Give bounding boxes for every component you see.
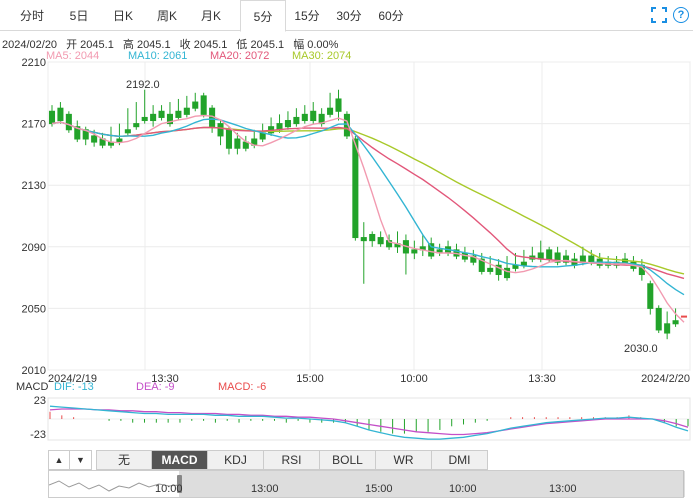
candle-body <box>504 267 511 279</box>
time-tick-label: 13:30 <box>528 373 556 385</box>
ma10-line <box>51 118 685 296</box>
candle-body <box>200 95 207 115</box>
navigator-label: 10:00 <box>449 483 477 495</box>
candle-body <box>192 101 199 109</box>
kline-chart-widget: 分时 5日 日K 周K 月K 5分 15分 30分 60分 ? 2024/02/… <box>0 0 693 498</box>
candle-body <box>65 113 72 131</box>
candle-body <box>116 138 123 143</box>
candle-body <box>664 323 671 334</box>
navigator-label: 10:00 <box>155 483 183 495</box>
candle-body <box>124 129 131 134</box>
macd-name: MACD <box>16 381 49 393</box>
macd-dif: DIF: -13 <box>54 381 94 393</box>
navigator-label: 13:00 <box>549 483 577 495</box>
navigator-label: 15:00 <box>365 483 393 495</box>
indicator-tab-dmi[interactable]: DMI <box>432 450 488 470</box>
candle-body <box>175 110 182 118</box>
candle-body <box>301 113 308 122</box>
candle-body <box>588 255 595 263</box>
price-tick-label: 2050 <box>22 303 46 315</box>
candle-body <box>369 233 376 242</box>
scroll-down-button[interactable]: ▼ <box>70 450 92 470</box>
ma20-line <box>51 121 685 280</box>
candle-body <box>225 129 232 149</box>
candle-body <box>655 307 662 331</box>
candle-body <box>310 110 317 122</box>
candle-body <box>293 116 300 125</box>
time-tick-label: 15:00 <box>296 373 324 385</box>
candle-body <box>183 107 190 115</box>
candle-body <box>48 110 56 125</box>
candle-body <box>546 249 553 260</box>
navigator-label: 13:00 <box>251 483 279 495</box>
range-navigator[interactable]: 10:00 13:00 15:00 10:00 13:00 <box>48 470 685 498</box>
indicator-tab-rsi[interactable]: RSI <box>264 450 320 470</box>
indicator-bar: ▲ ▼ 无 MACD KDJ RSI BOLL WR DMI <box>48 450 488 470</box>
time-tick-label: 10:00 <box>400 373 428 385</box>
time-tick-label: 2024/2/20 <box>641 373 690 385</box>
macd-dea: DEA: -9 <box>136 381 175 393</box>
candle-body <box>234 138 241 149</box>
candlestick-chart[interactable]: 2210217021302090205020102024/2/19 13:30 15… <box>0 0 693 450</box>
candle-body <box>680 315 688 318</box>
candle-body <box>91 135 98 143</box>
price-tick-label: 2090 <box>22 242 46 254</box>
candle-body <box>327 107 334 115</box>
candle-body <box>335 98 342 112</box>
candle-body <box>352 138 359 239</box>
indicator-tab-boll[interactable]: BOLL <box>320 450 376 470</box>
price-tick-label: 2210 <box>22 57 46 69</box>
macd-tick-label: 23 <box>34 395 46 407</box>
price-tick-label: 2130 <box>22 180 46 192</box>
candle-body <box>57 107 64 122</box>
indicator-tab-wr[interactable]: WR <box>376 450 432 470</box>
candle-body <box>377 237 384 245</box>
candle-body <box>672 320 679 325</box>
indicator-tab-macd[interactable]: MACD <box>152 450 208 470</box>
macd-value: MACD: -6 <box>218 381 267 393</box>
ma5-line <box>51 114 685 323</box>
price-tick-label: 2010 <box>22 365 46 377</box>
scroll-up-button[interactable]: ▲ <box>48 450 70 470</box>
candle-body <box>487 267 494 272</box>
indicator-tab-kdj[interactable]: KDJ <box>208 450 264 470</box>
candle-body <box>520 261 527 266</box>
candle-body <box>133 123 140 128</box>
candle-body <box>158 110 165 118</box>
candle-body <box>579 255 586 263</box>
candle-body <box>428 243 435 257</box>
candle-body <box>284 120 291 128</box>
high-annotation: 2192.0 <box>126 79 160 91</box>
candle-body <box>411 249 418 254</box>
candle-body <box>647 283 654 309</box>
candle-body <box>217 123 224 137</box>
candle-body <box>360 237 367 242</box>
low-annotation: 2030.0 <box>624 343 658 355</box>
candle-body <box>512 264 519 269</box>
macd-tick-label: -23 <box>30 429 46 441</box>
indicator-tab-none[interactable]: 无 <box>96 450 152 470</box>
price-tick-label: 2170 <box>22 119 46 131</box>
candle-body <box>150 113 157 122</box>
candle-body <box>141 116 148 122</box>
